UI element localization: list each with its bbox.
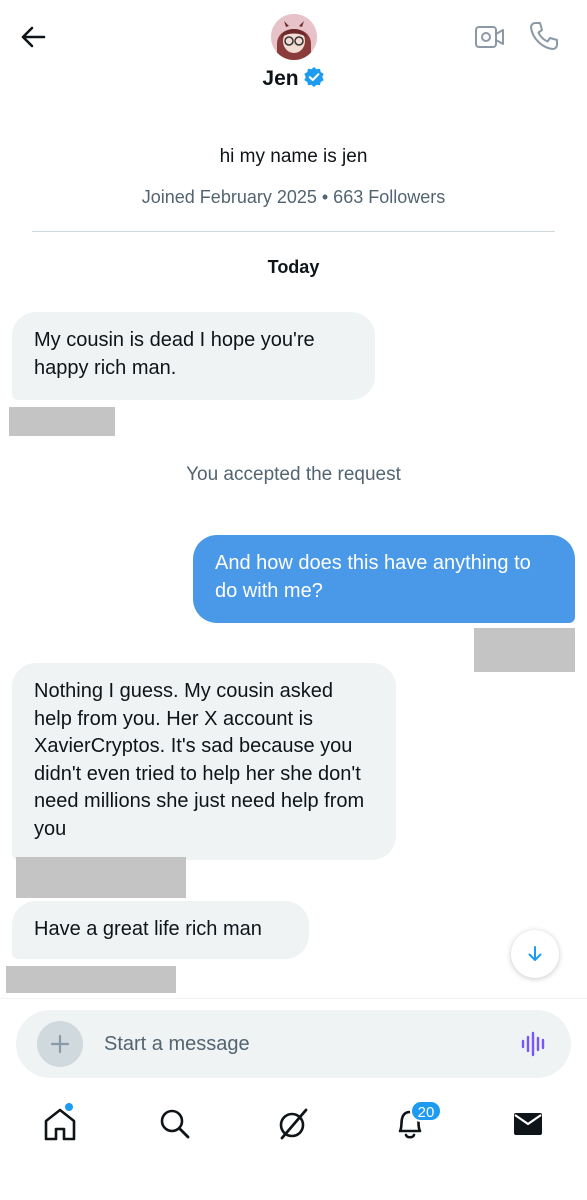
redacted-timestamp [16, 857, 186, 898]
arrow-down-icon [528, 946, 542, 961]
message-bubble-incoming[interactable]: Have a great life rich man [12, 901, 309, 959]
composer-divider [0, 998, 587, 999]
redacted-timestamp [9, 407, 115, 436]
avatar[interactable] [271, 14, 317, 60]
message-text: Have a great life rich man [34, 918, 262, 940]
audio-waveform-icon [521, 1031, 545, 1057]
home-unread-dot [65, 1103, 73, 1111]
message-composer [16, 1010, 571, 1078]
redacted-timestamp [6, 966, 176, 993]
grok-icon [279, 1108, 308, 1140]
search-icon [160, 1109, 190, 1139]
bottom-tab-bar [0, 1090, 587, 1160]
system-message: You accepted the request [186, 464, 401, 485]
video-call-button[interactable] [474, 22, 506, 52]
phone-call-button[interactable] [528, 20, 560, 52]
message-text: My cousin is dead I hope you're happy ri… [34, 329, 315, 379]
message-bubble-incoming[interactable]: My cousin is dead I hope you're happy ri… [12, 312, 375, 400]
verified-badge-icon [303, 67, 324, 87]
tab-grok[interactable] [273, 1104, 313, 1144]
message-bubble-outgoing[interactable]: And how does this have anything to do wi… [193, 535, 575, 623]
profile-bio: hi my name is jen [219, 146, 368, 167]
tab-messages[interactable] [508, 1104, 548, 1144]
redacted-timestamp [474, 628, 575, 672]
conversation-title[interactable]: Jen [0, 66, 587, 91]
scroll-to-bottom-button[interactable] [511, 930, 559, 978]
message-text: Nothing I guess. My cousin asked help fr… [34, 680, 365, 840]
messages-icon [514, 1113, 542, 1135]
conversation-header: Jen [0, 0, 587, 110]
contact-name: Jen [262, 67, 299, 90]
profile-meta: Joined February 2025 • 663 Followers [141, 187, 446, 207]
message-text: And how does this have anything to do wi… [215, 552, 531, 602]
message-input[interactable] [104, 1029, 484, 1059]
plus-icon [50, 1034, 70, 1054]
notification-count-badge: 20 [410, 1100, 442, 1122]
phone-call-icon [530, 22, 558, 50]
add-media-button[interactable] [37, 1021, 83, 1067]
tab-home[interactable] [40, 1104, 80, 1144]
day-separator: Today [267, 257, 320, 277]
home-icon [44, 1108, 76, 1141]
tab-search[interactable] [155, 1104, 195, 1144]
message-bubble-incoming[interactable]: Nothing I guess. My cousin asked help fr… [12, 663, 396, 860]
video-call-icon [475, 26, 504, 48]
back-arrow-icon [21, 26, 46, 48]
back-button[interactable] [18, 22, 48, 52]
voice-message-button[interactable] [520, 1031, 548, 1057]
divider [32, 231, 555, 232]
